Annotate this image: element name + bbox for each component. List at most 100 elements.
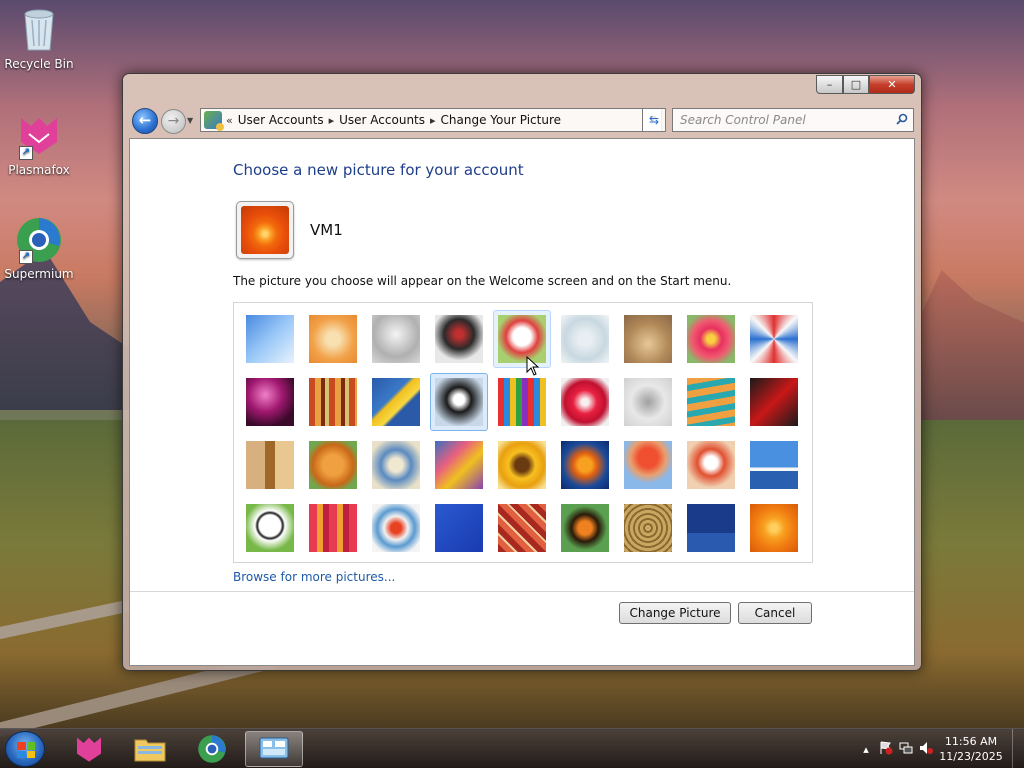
picture-option-fabric[interactable] [304,373,362,431]
starfish-picture-icon [309,315,357,363]
system-tray: ▴ 11:56 AM 11/23/2025 [856,729,1024,768]
start-button[interactable] [5,731,45,767]
picture-option-textile[interactable] [493,499,551,557]
butterfly-picture-icon [561,504,609,552]
picture-option-rollercoaster[interactable] [241,310,299,368]
picture-option-ball-purple[interactable] [241,373,299,431]
picture-option-kitten[interactable] [619,310,677,368]
current-account-picture [236,201,294,259]
picture-option-marbles[interactable] [367,499,425,557]
orange-flower-picture-icon [750,504,798,552]
picture-option-soccer-ball[interactable] [241,499,299,557]
taskbar-explorer[interactable] [121,731,179,767]
plasmafox-icon: ↗ [15,112,63,160]
picture-description: The picture you choose will appear on th… [233,274,732,288]
picture-option-pinwheel[interactable] [745,310,803,368]
taskbar-control-panel[interactable] [245,731,303,767]
picture-option-gyroscope[interactable] [556,310,614,368]
desktop-icon-recycle-bin[interactable]: Recycle Bin [1,6,77,71]
picture-option-pink-flower[interactable] [682,310,740,368]
picture-option-lighthouse[interactable] [682,499,740,557]
crayons-picture-icon [498,378,546,426]
picture-option-pomeranian[interactable] [304,436,362,494]
minimize-button[interactable]: – [816,75,843,94]
breadcrumb-user-accounts-2[interactable]: User Accounts [334,113,430,127]
address-overflow-icon[interactable]: « [226,114,233,127]
search-icon[interactable] [891,113,913,128]
desktop-icon-supermium[interactable]: ↗ Supermium [1,216,77,281]
picture-option-guitar[interactable] [241,436,299,494]
breadcrumb-user-accounts[interactable]: User Accounts [233,113,329,127]
origami-crane-picture-icon [750,378,798,426]
search-input[interactable]: Search Control Panel [673,113,891,127]
cancel-button[interactable]: Cancel [738,602,812,624]
picture-option-stripes[interactable] [304,499,362,557]
refresh-button[interactable]: ⇆ [642,108,666,132]
picture-option-stairs[interactable] [682,373,740,431]
pinwheel-picture-icon [750,315,798,363]
browse-more-pictures-link[interactable]: Browse for more pictures... [233,570,395,584]
show-hidden-icons-button[interactable]: ▴ [856,743,876,756]
picture-option-lucky-cat[interactable] [493,310,551,368]
desktop-icon-label: Plasmafox [8,163,70,177]
balloon-picture-icon [624,441,672,489]
stripes-picture-icon [309,504,357,552]
picture-option-dog[interactable] [430,373,488,431]
page-title: Choose a new picture for your account [233,161,524,179]
soccer-ball-picture-icon [246,504,294,552]
picture-option-robot-toy[interactable] [367,310,425,368]
picture-option-starfish[interactable] [304,310,362,368]
supermium-icon: ↗ [15,216,63,264]
picture-option-turntable[interactable] [430,310,488,368]
picture-option-sunflower[interactable] [493,436,551,494]
picture-option-scarves[interactable] [430,436,488,494]
picture-option-window[interactable] [430,499,488,557]
picture-option-butterfly[interactable] [556,499,614,557]
picture-option-crayons[interactable] [493,373,551,431]
picture-option-origami-crane[interactable] [745,373,803,431]
sailboat-picture-icon [750,441,798,489]
picture-option-sailboat[interactable] [745,436,803,494]
scarves-picture-icon [435,441,483,489]
robot-toy-picture-icon [372,315,420,363]
picture-option-jacks[interactable] [619,373,677,431]
taskbar-plasmafox[interactable] [60,731,118,767]
shortcut-arrow-icon: ↗ [19,146,33,160]
fish-picture-icon [561,441,609,489]
shell-picture-icon [624,504,672,552]
close-button[interactable]: ✕ [869,75,915,94]
maximize-button[interactable]: □ [843,75,869,94]
dog-picture-icon [435,378,483,426]
picture-option-robot-tin[interactable] [367,436,425,494]
clock[interactable]: 11:56 AM 11/23/2025 [936,734,1006,764]
forward-button[interactable]: → [161,109,186,134]
back-button[interactable]: ← [132,108,158,134]
picture-option-shell[interactable] [619,499,677,557]
picture-grid [233,302,813,563]
volume-muted-icon[interactable] [916,741,936,758]
change-picture-window: – □ ✕ ← → ▼ « User Accounts ▸ User Accou… [122,73,922,671]
picture-option-leaf[interactable] [367,373,425,431]
network-icon[interactable] [896,741,916,758]
shortcut-arrow-icon: ↗ [19,250,33,264]
picture-option-fish[interactable] [556,436,614,494]
picture-option-orange-flower[interactable] [745,499,803,557]
picture-option-red-star[interactable] [556,373,614,431]
recent-pages-dropdown-icon[interactable]: ▼ [187,116,193,125]
jacks-picture-icon [624,378,672,426]
breadcrumb-change-your-picture[interactable]: Change Your Picture [436,113,566,127]
show-desktop-button[interactable] [1012,729,1024,768]
wallpaper-mountain-right [914,270,1024,420]
account-username: VM1 [310,221,343,239]
picture-option-balloon[interactable] [619,436,677,494]
address-bar[interactable]: « User Accounts ▸ User Accounts ▸ Change… [200,108,662,132]
change-picture-button[interactable]: Change Picture [619,602,731,624]
desktop-icon-plasmafox[interactable]: ↗ Plasmafox [1,112,77,177]
clock-time: 11:56 AM [944,735,998,748]
pomeranian-picture-icon [309,441,357,489]
action-center-flag-icon[interactable] [876,741,896,758]
taskbar-supermium[interactable] [183,731,241,767]
gyroscope-picture-icon [561,315,609,363]
picture-option-daruma[interactable] [682,436,740,494]
search-box[interactable]: Search Control Panel [672,108,914,132]
